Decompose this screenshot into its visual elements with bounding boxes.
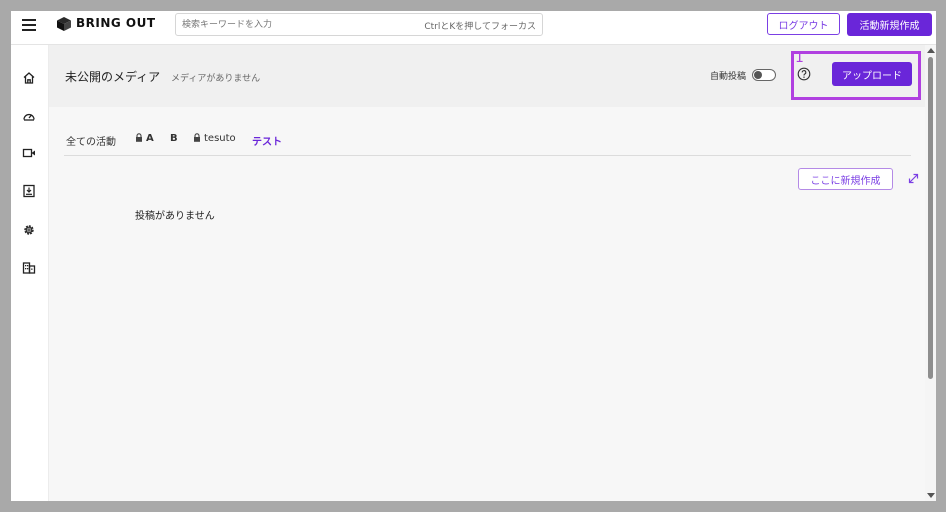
auto-post-toggle[interactable]: [752, 69, 776, 81]
app-window: BRING OUT CtrlとKを押してフォーカス ログアウト 活動新規作成: [11, 11, 936, 501]
search-shortcut-hint: CtrlとKを押してフォーカス: [424, 22, 536, 32]
hamburger-menu-icon[interactable]: [22, 17, 36, 31]
unpublished-media-header: 未公開のメディア メディアがありません 自動投稿 1 アップロード: [49, 45, 925, 107]
create-here-button[interactable]: ここに新規作成: [798, 168, 893, 190]
tab-label: tesuto: [204, 133, 236, 144]
scrollbar-thumb[interactable]: [928, 57, 933, 379]
activity-tabs: 全ての活動 A B tesuto テスト: [64, 123, 911, 156]
search-input[interactable]: [176, 14, 412, 35]
scroll-down-arrow-icon[interactable]: [927, 493, 935, 498]
scroll-up-arrow-icon[interactable]: [927, 48, 935, 53]
home-icon[interactable]: [22, 71, 36, 85]
dashboard-gauge-icon[interactable]: [22, 109, 36, 123]
expand-arrows-icon[interactable]: [907, 172, 920, 185]
auto-post-label: 自動投稿: [710, 72, 747, 82]
sidebar: [11, 45, 49, 501]
page-subtitle: メディアがありません: [171, 74, 261, 84]
tab-label: テスト: [252, 137, 282, 148]
upload-button[interactable]: アップロード: [832, 62, 912, 86]
gear-icon[interactable]: [22, 223, 36, 237]
tab-tesuto[interactable]: tesuto: [193, 133, 236, 144]
download-tray-icon[interactable]: [22, 184, 36, 198]
tab-a[interactable]: A: [135, 133, 154, 144]
tab-b[interactable]: B: [170, 133, 178, 144]
tab-label: A: [146, 133, 154, 144]
logo-cube-icon: [57, 17, 71, 31]
page-title: 未公開のメディア: [65, 70, 161, 84]
empty-posts-message: 投稿がありません: [135, 211, 215, 222]
vertical-scrollbar[interactable]: [925, 45, 936, 501]
lock-icon: [136, 133, 142, 142]
building-icon[interactable]: [22, 261, 36, 275]
search-box[interactable]: CtrlとKを押してフォーカス: [175, 13, 543, 36]
top-bar: BRING OUT CtrlとKを押してフォーカス ログアウト 活動新規作成: [11, 11, 936, 45]
brand-name: BRING OUT: [76, 16, 156, 30]
video-camera-icon[interactable]: [22, 146, 36, 160]
annotation-number: 1: [795, 50, 804, 66]
new-activity-button[interactable]: 活動新規作成: [847, 13, 932, 36]
lock-icon: [194, 133, 200, 142]
tab-label: 全ての活動: [66, 137, 116, 148]
main-content: 未公開のメディア メディアがありません 自動投稿 1 アップロード 全ての活動 …: [49, 45, 925, 501]
tab-test[interactable]: テスト: [252, 133, 282, 148]
tab-label: B: [170, 133, 178, 144]
logout-button[interactable]: ログアウト: [767, 13, 840, 35]
tab-all-activities[interactable]: 全ての活動: [66, 133, 116, 148]
